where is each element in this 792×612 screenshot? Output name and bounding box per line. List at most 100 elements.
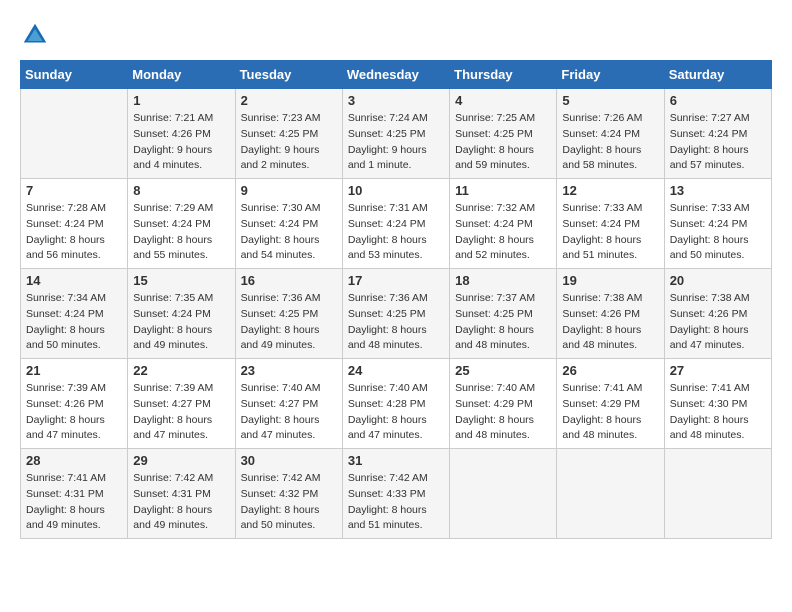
calendar-cell bbox=[664, 449, 771, 539]
calendar-cell: 1 Sunrise: 7:21 AMSunset: 4:26 PMDaylight… bbox=[128, 89, 235, 179]
day-header-saturday: Saturday bbox=[664, 61, 771, 89]
calendar-cell: 7 Sunrise: 7:28 AMSunset: 4:24 PMDaylight… bbox=[21, 179, 128, 269]
week-row-1: 1 Sunrise: 7:21 AMSunset: 4:26 PMDaylight… bbox=[21, 89, 772, 179]
day-number: 14 bbox=[26, 273, 122, 288]
day-header-wednesday: Wednesday bbox=[342, 61, 449, 89]
calendar-cell: 31Sunrise: 7:42 AMSunset: 4:33 PMDayligh… bbox=[342, 449, 449, 539]
calendar-cell: 15 Sunrise: 7:35 AMSunset: 4:24 PMDayligh… bbox=[128, 269, 235, 359]
week-row-3: 14Sunrise: 7:34 AMSunset: 4:24 PMDayligh… bbox=[21, 269, 772, 359]
calendar-cell: 29Sunrise: 7:42 AMSunset: 4:31 PMDayligh… bbox=[128, 449, 235, 539]
day-info: Sunrise: 7:30 AMSunset: 4:24 PMDaylight:… bbox=[241, 201, 337, 264]
calendar-cell: 26Sunrise: 7:41 AMSunset: 4:29 PMDayligh… bbox=[557, 359, 664, 449]
day-number: 2 bbox=[241, 93, 337, 108]
day-number: 11 bbox=[455, 183, 551, 198]
day-number: 13 bbox=[670, 183, 766, 198]
calendar-cell: 20Sunrise: 7:38 AMSunset: 4:26 PMDayligh… bbox=[664, 269, 771, 359]
calendar-cell: 16Sunrise: 7:36 AMSunset: 4:25 PMDayligh… bbox=[235, 269, 342, 359]
day-header-thursday: Thursday bbox=[450, 61, 557, 89]
day-info: Sunrise: 7:32 AMSunset: 4:24 PMDaylight:… bbox=[455, 201, 551, 264]
day-number: 1 bbox=[133, 93, 229, 108]
calendar-cell: 6 Sunrise: 7:27 AMSunset: 4:24 PMDaylight… bbox=[664, 89, 771, 179]
day-number: 10 bbox=[348, 183, 444, 198]
week-row-5: 28Sunrise: 7:41 AMSunset: 4:31 PMDayligh… bbox=[21, 449, 772, 539]
day-number: 4 bbox=[455, 93, 551, 108]
logo-icon bbox=[20, 20, 50, 50]
calendar-cell: 19 Sunrise: 7:38 AMSunset: 4:26 PMDayligh… bbox=[557, 269, 664, 359]
day-info: Sunrise: 7:24 AMSunset: 4:25 PMDaylight:… bbox=[348, 111, 444, 174]
day-number: 15 bbox=[133, 273, 229, 288]
calendar-cell: 2 Sunrise: 7:23 AMSunset: 4:25 PMDaylight… bbox=[235, 89, 342, 179]
day-info: Sunrise: 7:28 AMSunset: 4:24 PMDaylight:… bbox=[26, 201, 122, 264]
day-info: Sunrise: 7:21 AMSunset: 4:26 PMDaylight:… bbox=[133, 111, 229, 174]
day-header-sunday: Sunday bbox=[21, 61, 128, 89]
calendar-cell: 25 Sunrise: 7:40 AMSunset: 4:29 PMDayligh… bbox=[450, 359, 557, 449]
calendar-cell: 3 Sunrise: 7:24 AMSunset: 4:25 PMDaylight… bbox=[342, 89, 449, 179]
day-info: Sunrise: 7:33 AMSunset: 4:24 PMDaylight:… bbox=[562, 201, 658, 264]
calendar-cell: 10 Sunrise: 7:31 AMSunset: 4:24 PMDayligh… bbox=[342, 179, 449, 269]
calendar-cell: 9 Sunrise: 7:30 AMSunset: 4:24 PMDaylight… bbox=[235, 179, 342, 269]
day-info: Sunrise: 7:36 AMSunset: 4:25 PMDaylight:… bbox=[348, 291, 444, 354]
day-number: 3 bbox=[348, 93, 444, 108]
calendar-table: SundayMondayTuesdayWednesdayThursdayFrid… bbox=[20, 60, 772, 539]
day-number: 9 bbox=[241, 183, 337, 198]
calendar-cell: 28Sunrise: 7:41 AMSunset: 4:31 PMDayligh… bbox=[21, 449, 128, 539]
calendar-cell: 21 Sunrise: 7:39 AMSunset: 4:26 PMDayligh… bbox=[21, 359, 128, 449]
day-number: 18 bbox=[455, 273, 551, 288]
day-number: 12 bbox=[562, 183, 658, 198]
calendar-cell: 14Sunrise: 7:34 AMSunset: 4:24 PMDayligh… bbox=[21, 269, 128, 359]
day-info: Sunrise: 7:40 AMSunset: 4:28 PMDaylight:… bbox=[348, 381, 444, 444]
calendar-cell: 5Sunrise: 7:26 AMSunset: 4:24 PMDaylight… bbox=[557, 89, 664, 179]
day-number: 24 bbox=[348, 363, 444, 378]
calendar-cell: 8 Sunrise: 7:29 AMSunset: 4:24 PMDaylight… bbox=[128, 179, 235, 269]
day-info: Sunrise: 7:31 AMSunset: 4:24 PMDaylight:… bbox=[348, 201, 444, 264]
logo bbox=[20, 20, 55, 50]
day-info: Sunrise: 7:42 AMSunset: 4:33 PMDaylight:… bbox=[348, 471, 444, 534]
week-row-2: 7 Sunrise: 7:28 AMSunset: 4:24 PMDaylight… bbox=[21, 179, 772, 269]
day-info: Sunrise: 7:23 AMSunset: 4:25 PMDaylight:… bbox=[241, 111, 337, 174]
day-info: Sunrise: 7:40 AMSunset: 4:27 PMDaylight:… bbox=[241, 381, 337, 444]
day-header-tuesday: Tuesday bbox=[235, 61, 342, 89]
day-number: 28 bbox=[26, 453, 122, 468]
calendar-cell: 17 Sunrise: 7:36 AMSunset: 4:25 PMDayligh… bbox=[342, 269, 449, 359]
day-info: Sunrise: 7:27 AMSunset: 4:24 PMDaylight:… bbox=[670, 111, 766, 174]
calendar-cell: 22 Sunrise: 7:39 AMSunset: 4:27 PMDayligh… bbox=[128, 359, 235, 449]
day-number: 21 bbox=[26, 363, 122, 378]
day-info: Sunrise: 7:38 AMSunset: 4:26 PMDaylight:… bbox=[670, 291, 766, 354]
calendar-cell: 23 Sunrise: 7:40 AMSunset: 4:27 PMDayligh… bbox=[235, 359, 342, 449]
day-number: 7 bbox=[26, 183, 122, 198]
day-info: Sunrise: 7:25 AMSunset: 4:25 PMDaylight:… bbox=[455, 111, 551, 174]
day-number: 6 bbox=[670, 93, 766, 108]
day-info: Sunrise: 7:36 AMSunset: 4:25 PMDaylight:… bbox=[241, 291, 337, 354]
day-number: 30 bbox=[241, 453, 337, 468]
week-row-4: 21 Sunrise: 7:39 AMSunset: 4:26 PMDayligh… bbox=[21, 359, 772, 449]
day-info: Sunrise: 7:39 AMSunset: 4:27 PMDaylight:… bbox=[133, 381, 229, 444]
calendar-cell: 13 Sunrise: 7:33 AMSunset: 4:24 PMDayligh… bbox=[664, 179, 771, 269]
day-info: Sunrise: 7:42 AMSunset: 4:32 PMDaylight:… bbox=[241, 471, 337, 534]
day-number: 17 bbox=[348, 273, 444, 288]
day-info: Sunrise: 7:35 AMSunset: 4:24 PMDaylight:… bbox=[133, 291, 229, 354]
day-number: 25 bbox=[455, 363, 551, 378]
calendar-cell: 12 Sunrise: 7:33 AMSunset: 4:24 PMDayligh… bbox=[557, 179, 664, 269]
day-info: Sunrise: 7:42 AMSunset: 4:31 PMDaylight:… bbox=[133, 471, 229, 534]
calendar-cell: 27Sunrise: 7:41 AMSunset: 4:30 PMDayligh… bbox=[664, 359, 771, 449]
day-header-friday: Friday bbox=[557, 61, 664, 89]
day-number: 22 bbox=[133, 363, 229, 378]
day-info: Sunrise: 7:40 AMSunset: 4:29 PMDaylight:… bbox=[455, 381, 551, 444]
header-row: SundayMondayTuesdayWednesdayThursdayFrid… bbox=[21, 61, 772, 89]
calendar-cell bbox=[450, 449, 557, 539]
day-info: Sunrise: 7:39 AMSunset: 4:26 PMDaylight:… bbox=[26, 381, 122, 444]
day-number: 19 bbox=[562, 273, 658, 288]
header bbox=[20, 20, 772, 50]
day-info: Sunrise: 7:33 AMSunset: 4:24 PMDaylight:… bbox=[670, 201, 766, 264]
calendar-cell: 18 Sunrise: 7:37 AMSunset: 4:25 PMDayligh… bbox=[450, 269, 557, 359]
day-info: Sunrise: 7:29 AMSunset: 4:24 PMDaylight:… bbox=[133, 201, 229, 264]
day-number: 23 bbox=[241, 363, 337, 378]
day-number: 5 bbox=[562, 93, 658, 108]
day-info: Sunrise: 7:38 AMSunset: 4:26 PMDaylight:… bbox=[562, 291, 658, 354]
day-info: Sunrise: 7:37 AMSunset: 4:25 PMDaylight:… bbox=[455, 291, 551, 354]
calendar-cell bbox=[21, 89, 128, 179]
calendar-cell: 11 Sunrise: 7:32 AMSunset: 4:24 PMDayligh… bbox=[450, 179, 557, 269]
day-info: Sunrise: 7:41 AMSunset: 4:30 PMDaylight:… bbox=[670, 381, 766, 444]
day-header-monday: Monday bbox=[128, 61, 235, 89]
day-number: 8 bbox=[133, 183, 229, 198]
